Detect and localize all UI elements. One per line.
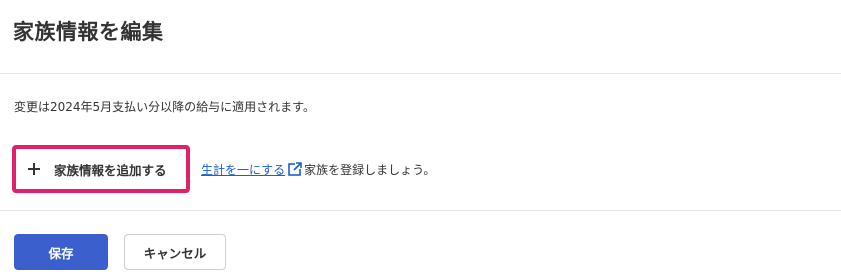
same-household-link[interactable]: 生計を一にする xyxy=(201,161,285,178)
external-link-icon[interactable] xyxy=(288,162,303,176)
edit-family-page: 家族情報を編集 変更は2024年5月支払い分以降の給与に適用されます。 家族情報… xyxy=(0,0,841,280)
page-title: 家族情報を編集 xyxy=(13,20,164,44)
cancel-button[interactable]: キャンセル xyxy=(124,234,226,270)
footer-divider xyxy=(0,210,841,211)
add-family-button[interactable]: 家族情報を追加する xyxy=(28,160,167,179)
effective-date-notice: 変更は2024年5月支払い分以降の給与に適用されます。 xyxy=(14,100,315,114)
add-family-row: 家族情報を追加する 生計を一にする 家族を登録しましょう。 xyxy=(12,145,435,193)
family-hint: 生計を一にする 家族を登録しましょう。 xyxy=(201,161,435,178)
hint-suffix: 家族を登録しましょう。 xyxy=(304,162,436,177)
add-family-label: 家族情報を追加する xyxy=(54,162,167,178)
highlight-box: 家族情報を追加する xyxy=(12,145,190,193)
page-header: 家族情報を編集 xyxy=(0,0,841,74)
plus-icon xyxy=(28,163,40,175)
save-button[interactable]: 保存 xyxy=(14,234,108,270)
